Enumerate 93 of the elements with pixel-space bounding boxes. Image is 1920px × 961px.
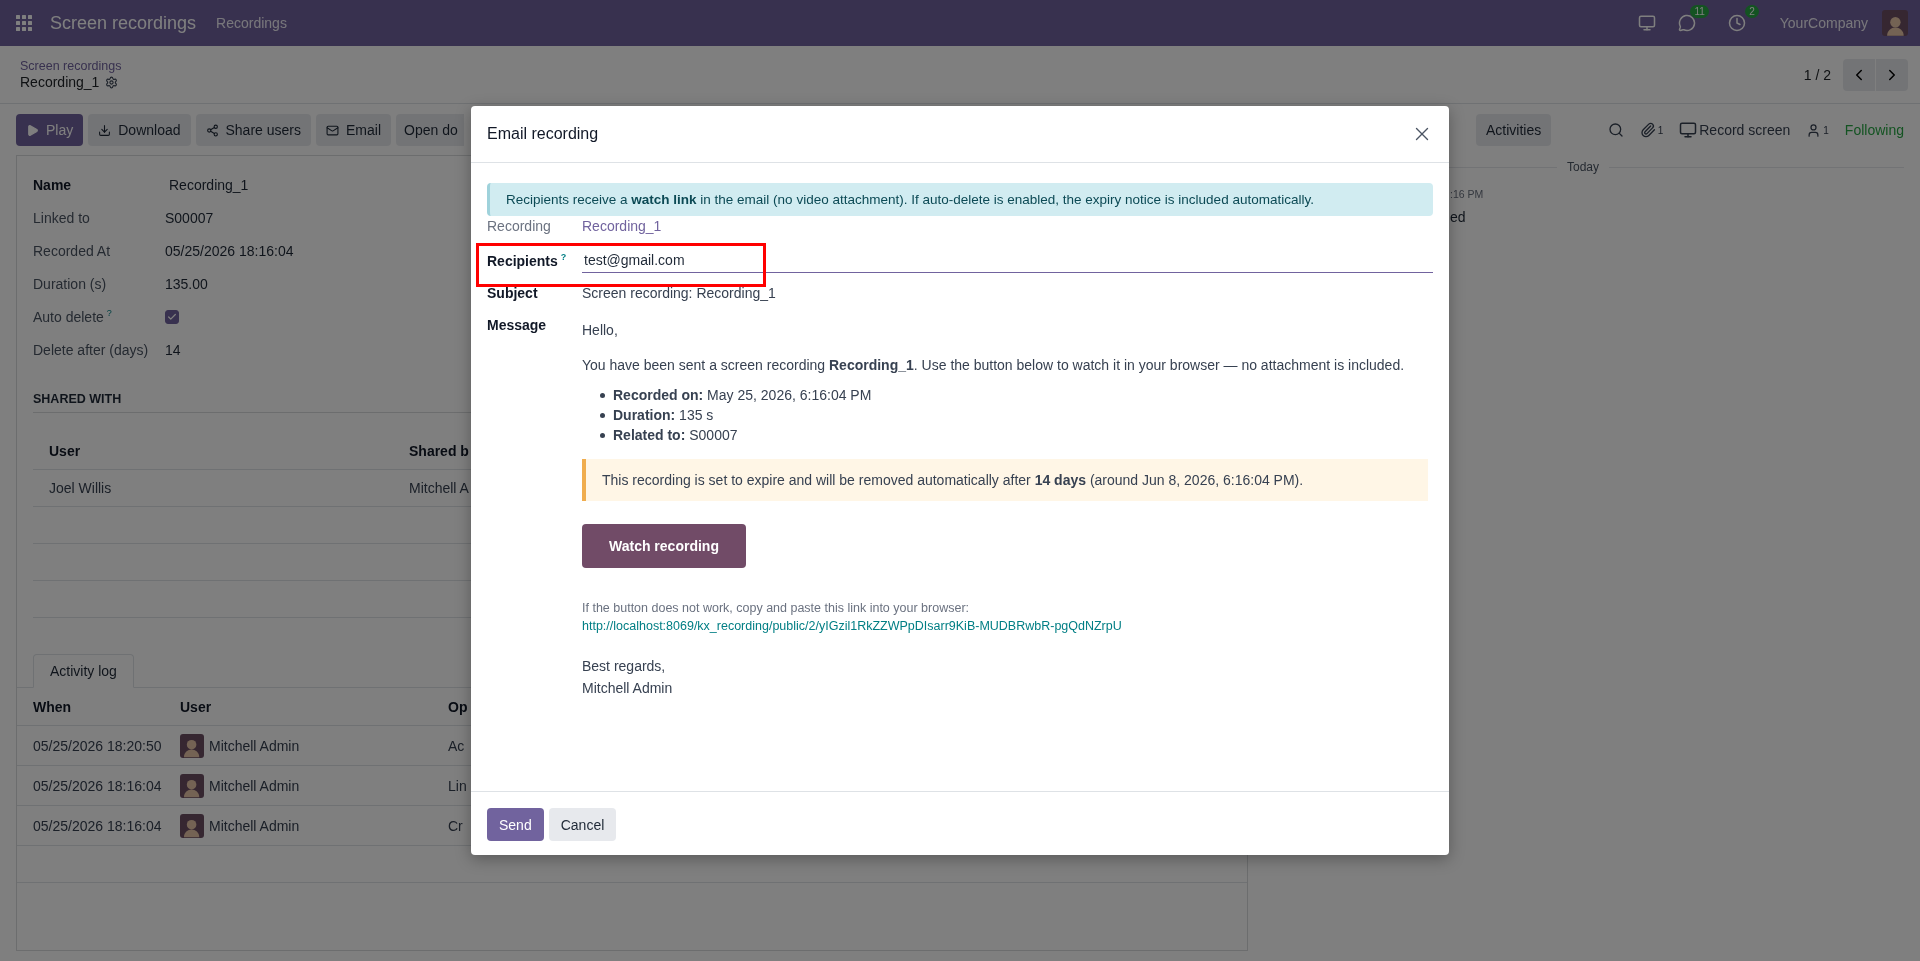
field-label: Name	[33, 176, 73, 193]
table-cell: 05/25/2026 18:20:50	[33, 737, 162, 754]
settings-icon[interactable]	[105, 75, 119, 89]
record-screen-button[interactable]: Record screen	[1679, 121, 1791, 139]
chat-count-badge: 11	[1690, 5, 1709, 18]
column-header: User	[180, 698, 212, 715]
envelope-icon	[326, 123, 339, 137]
message-greeting: Hello,	[582, 322, 619, 338]
field-value: Recording_1	[168, 176, 249, 193]
field-value: 05/25/2026 18:16:04	[165, 242, 294, 259]
fallback-text: If the button does not work, copy and paste this link into your browser:	[582, 601, 971, 615]
table-cell: Mitchell A	[409, 480, 469, 496]
follow-button[interactable]: Following	[1844, 122, 1904, 138]
share-icon	[205, 123, 219, 137]
bullet-dot	[600, 412, 605, 418]
notebook-tab[interactable]: Activity log	[33, 654, 134, 688]
bullet-dot	[600, 432, 605, 438]
field-value: 14	[165, 341, 181, 358]
column-header: Op	[448, 698, 468, 715]
bullet-dot	[600, 392, 605, 398]
paperclip-icon	[1639, 122, 1656, 138]
table-cell: Mitchell Admin	[209, 737, 300, 754]
column-header: User	[49, 443, 81, 459]
action-button[interactable]: Play	[16, 114, 84, 146]
field-label: Auto delete $^{?}$	[33, 308, 113, 325]
watch-link[interactable]: http://localhost:8069/kx_recording/public/2/yIGzil1RkZZWPpDIsarr9KiB-MUDBRwbR-pgQdNZrpU	[582, 619, 1433, 633]
action-button[interactable]: Email	[316, 114, 391, 146]
user-icon	[1806, 122, 1822, 138]
field-value: S00007	[165, 209, 214, 226]
dialog-title: Email recording	[487, 125, 599, 143]
message-time: :16 PM	[1450, 188, 1485, 200]
search-icon[interactable]	[1607, 122, 1624, 138]
field-label: Message	[487, 317, 547, 333]
subject-value: Screen recording: Recording_1	[582, 285, 777, 301]
table-cell: Mitchell Admin	[209, 817, 300, 834]
activities-button[interactable]: Activities	[1476, 114, 1552, 146]
apps-grid-icon[interactable]	[16, 15, 32, 31]
record-title: Recording_1	[20, 74, 100, 90]
breadcrumb-link[interactable]: Screen recordings	[20, 59, 122, 73]
play-icon	[26, 123, 39, 137]
message-paragraph: You have been sent a screen recording Recording_1. Use the button below to watch it in your browser — no attachment is included.	[582, 357, 1406, 373]
message-text: ed	[1450, 209, 1467, 225]
app-title[interactable]: Screen recordings	[50, 12, 197, 34]
field-label: Recording	[487, 218, 551, 234]
avatar-icon	[1882, 10, 1908, 36]
info-notice: Recipients receive a watch link in the email (no video attachment). If auto-delete is enabled, the expiry notice is included automatically.	[487, 183, 1433, 216]
column-header: When	[33, 698, 72, 715]
table-cell: Cr	[448, 817, 463, 834]
field-label: Subject	[487, 285, 538, 301]
activity-count-badge: 2	[1745, 5, 1759, 18]
avatar-icon	[180, 813, 204, 838]
chat-icon[interactable]	[1677, 14, 1696, 32]
field-label: Linked to	[33, 209, 91, 226]
monitor-icon	[1679, 121, 1698, 139]
followers-button[interactable]: 1	[1806, 122, 1829, 138]
action-button[interactable]: Download	[88, 114, 191, 146]
recipients-field[interactable]: test@gmail.com	[582, 248, 1433, 273]
dialog-button[interactable]: Cancel	[548, 808, 617, 841]
avatar-icon	[180, 733, 204, 758]
checkmark-icon	[167, 311, 177, 322]
recording-link[interactable]: Recording_1	[582, 218, 662, 234]
detail-item: Related to: S00007	[613, 427, 738, 443]
watch-recording-button[interactable]: Watch recording	[582, 524, 746, 568]
download-icon	[98, 123, 112, 137]
checkbox[interactable]	[165, 309, 179, 324]
action-button[interactable]: Open do	[396, 114, 464, 146]
clock-icon[interactable]	[1727, 14, 1746, 32]
pager-value: 1 / 2	[1803, 66, 1831, 83]
company-name[interactable]: YourCompany	[1779, 15, 1868, 31]
table-cell: Ac	[448, 737, 465, 754]
date-separator: Today	[1567, 160, 1599, 174]
table-cell: Mitchell Admin	[209, 777, 300, 794]
expiry-warning: This recording is set to expire and will be removed automatically after 14 days (around Jun 8, 2026, 6:16:04 PM).	[582, 459, 1428, 501]
previous-button[interactable]	[1843, 58, 1875, 91]
next-button[interactable]	[1876, 58, 1908, 91]
field-label: Recipients $^{?}$	[487, 252, 567, 269]
dialog-button[interactable]: Send	[487, 808, 544, 841]
attachments-button[interactable]: 1	[1639, 122, 1664, 138]
column-header: Shared b	[409, 443, 469, 459]
closing-text: Best regards,	[582, 657, 667, 676]
signature-text: Mitchell Admin	[582, 679, 674, 698]
avatar-icon	[180, 773, 204, 798]
field-value: 135.00	[165, 275, 208, 292]
table-cell: 05/25/2026 18:16:04	[33, 817, 162, 834]
field-label: Delete after (days)	[33, 341, 150, 358]
monitor-icon[interactable]	[1637, 14, 1656, 32]
nav-menu-item[interactable]: Recordings	[216, 15, 287, 31]
field-label: Duration (s)	[33, 275, 108, 292]
action-button[interactable]: Share users	[195, 114, 311, 146]
field-label: Recorded At	[33, 242, 112, 259]
table-cell: 05/25/2026 18:16:04	[33, 777, 162, 794]
table-cell: Joel Willis	[49, 480, 112, 496]
table-cell: Lin	[448, 777, 467, 794]
